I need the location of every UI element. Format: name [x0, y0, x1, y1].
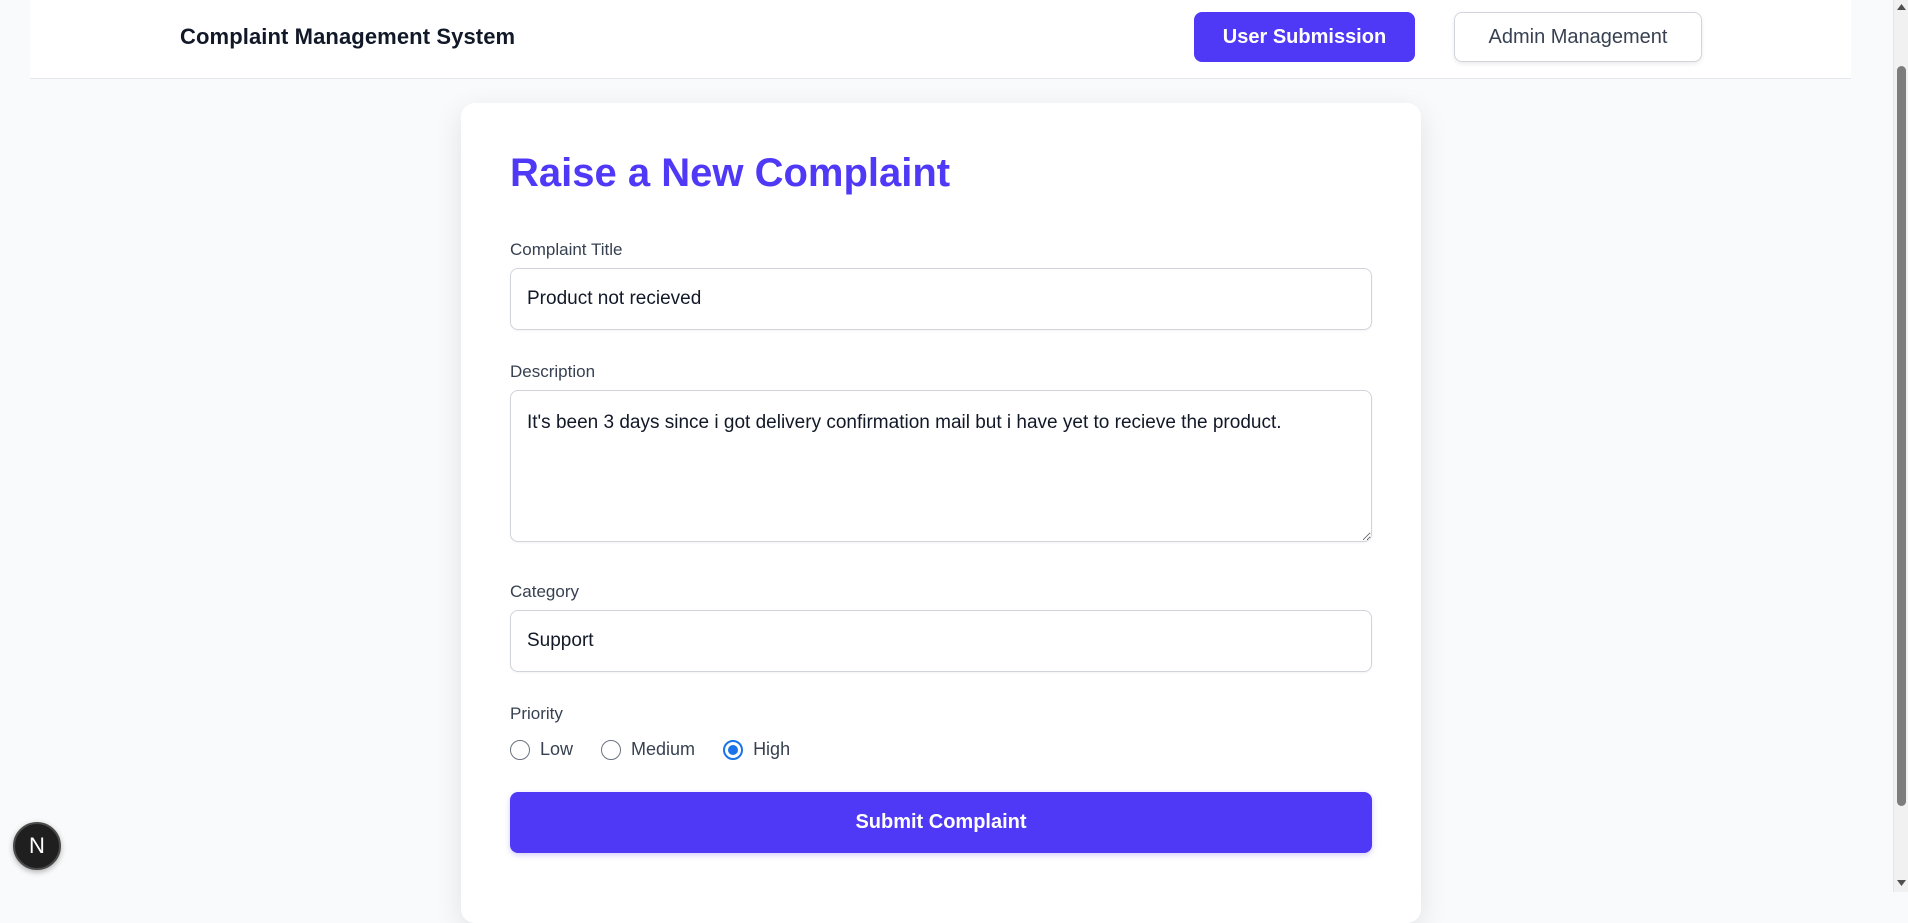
top-header: Complaint Management System User Submiss…	[30, 0, 1851, 79]
scroll-down-arrow-icon[interactable]	[1896, 878, 1907, 888]
priority-option-medium[interactable]: Medium	[601, 739, 695, 760]
priority-option-label: Low	[540, 739, 574, 759]
description-textarea[interactable]: It's been 3 days since i got delivery co…	[510, 390, 1372, 542]
category-label: Category	[510, 582, 579, 601]
radio-low[interactable]	[510, 739, 530, 760]
complaint-title-label: Complaint Title	[510, 240, 623, 259]
form-title: Raise a New Complaint	[510, 151, 951, 195]
category-input[interactable]	[510, 610, 1372, 672]
scroll-up-arrow-icon[interactable]	[1896, 2, 1907, 12]
priority-label: Priority	[510, 704, 563, 723]
submit-complaint-button[interactable]: Submit Complaint	[510, 792, 1372, 853]
user-submission-nav-button[interactable]: User Submission	[1194, 12, 1415, 62]
radio-high[interactable]	[723, 739, 744, 760]
admin-management-nav-button[interactable]: Admin Management	[1454, 12, 1702, 62]
scroll-thumb[interactable]	[1897, 66, 1906, 806]
priority-option-label: Medium	[631, 739, 696, 759]
page-scrollbar[interactable]	[1893, 0, 1908, 892]
priority-radio-group: Low Medium High	[510, 739, 790, 760]
priority-option-label: High	[753, 739, 791, 759]
description-label: Description	[510, 362, 596, 381]
complaint-form-card: Raise a New Complaint Complaint Title De…	[461, 103, 1421, 923]
complaint-title-input[interactable]	[510, 268, 1372, 330]
priority-option-low[interactable]: Low	[510, 739, 573, 760]
priority-option-high[interactable]: High	[723, 739, 790, 760]
nextjs-logo-icon[interactable]: N	[13, 822, 61, 870]
app-brand-title: Complaint Management System	[180, 24, 516, 49]
radio-medium[interactable]	[601, 739, 622, 760]
